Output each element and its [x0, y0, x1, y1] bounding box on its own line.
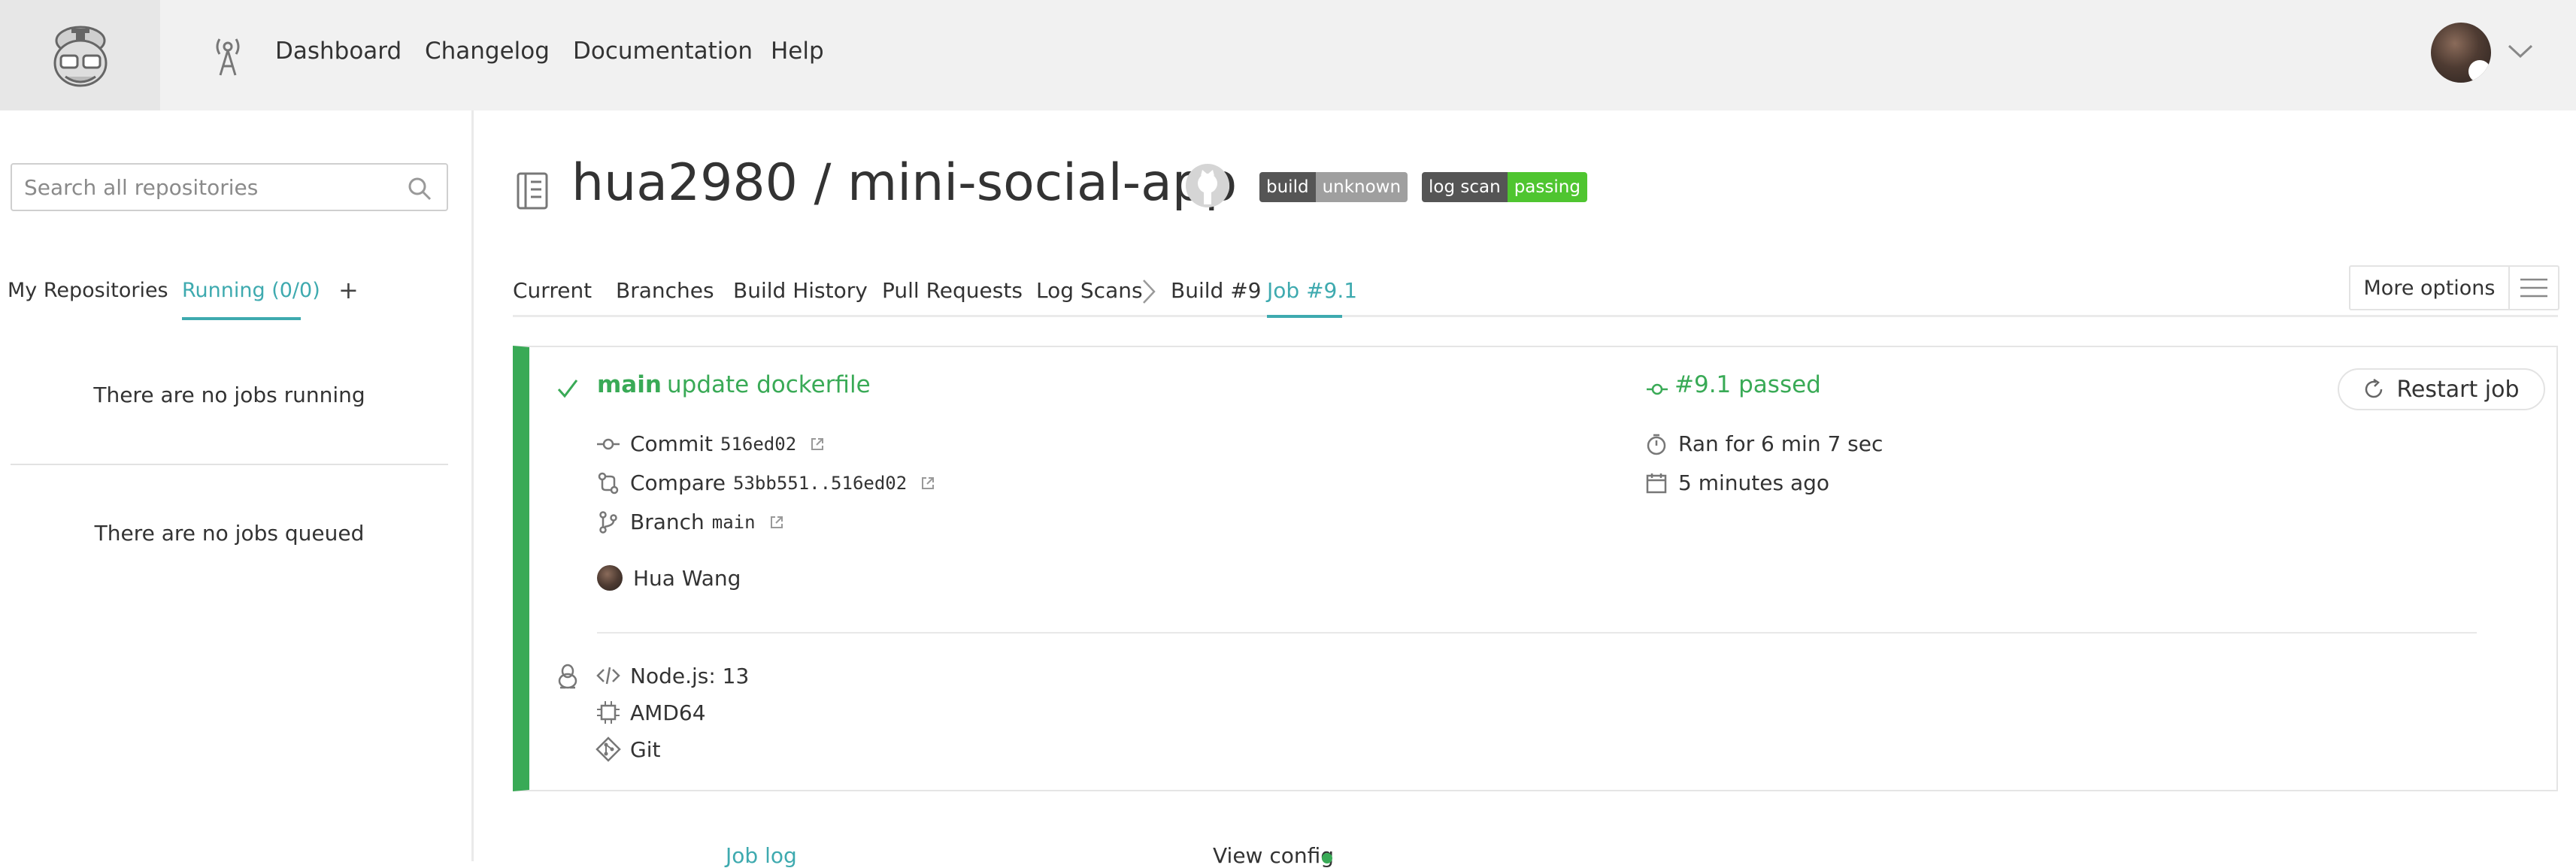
travis-logo[interactable] [0, 0, 160, 110]
hamburger-icon [2510, 267, 2558, 309]
job-language: Node.js: 13 [630, 663, 750, 688]
config-status-dot [1322, 853, 1332, 863]
commit-row: Commit 516ed02 [597, 431, 825, 456]
nav-help-link[interactable]: Help [771, 38, 824, 65]
tab-build-history[interactable]: Build History [733, 278, 868, 303]
linux-icon [558, 664, 577, 689]
stopwatch-icon [1647, 434, 1666, 455]
repository-icon [517, 172, 548, 210]
job-log-tab[interactable]: Job log [726, 843, 797, 868]
vcs-row: Git [596, 736, 660, 762]
card-divider [597, 632, 2477, 634]
finished-row: 5 minutes ago [1645, 470, 1829, 495]
job-commit-message[interactable]: update dockerfile [667, 371, 871, 398]
active-tab-indicator [1267, 315, 1342, 318]
nav-documentation-link[interactable]: Documentation [573, 38, 753, 65]
tab-running[interactable]: Running (0/0) [182, 279, 320, 302]
chevron-down-icon[interactable] [2508, 44, 2533, 59]
job-branch-name[interactable]: main [597, 371, 662, 398]
job-duration: Ran for 6 min 7 sec [1678, 431, 1884, 456]
external-link-icon[interactable] [920, 476, 935, 491]
duration-row: Ran for 6 min 7 sec [1645, 431, 1883, 456]
no-jobs-running-message: There are no jobs running [93, 383, 365, 407]
tabs-divider [513, 315, 2558, 317]
author-name: Hua Wang [633, 565, 741, 591]
branch-value-link[interactable]: main [712, 512, 756, 533]
code-icon [596, 667, 620, 685]
no-jobs-queued-message: There are no jobs queued [94, 521, 365, 546]
chevron-right-icon [1143, 280, 1156, 304]
badge-label: build [1259, 172, 1316, 202]
job-summary-card: main update dockerfile #9.1 passed Resta… [513, 346, 2558, 791]
commit-icon [1647, 383, 1668, 395]
restart-job-label: Restart job [2396, 376, 2520, 403]
commit-sha-link[interactable]: 516ed02 [720, 434, 796, 455]
search-input[interactable] [12, 165, 447, 210]
repository-title[interactable]: hua2980 / mini-social-app [571, 153, 1237, 213]
compare-row: Compare 53bb551..516ed02 [597, 470, 935, 495]
commit-icon [597, 438, 620, 449]
travis-mascot-icon [53, 26, 107, 86]
active-tab-indicator [182, 317, 301, 320]
tab-log-scans[interactable]: Log Scans [1036, 278, 1143, 303]
job-vcs: Git [630, 736, 661, 762]
compare-label: Compare [630, 470, 726, 495]
sidebar: My Repositories Running (0/0) + There ar… [0, 110, 474, 861]
log-scan-badge[interactable]: log scan passing [1422, 172, 1587, 202]
git-icon [596, 736, 621, 762]
more-options-label: More options [2350, 267, 2510, 309]
search-icon[interactable] [408, 177, 432, 201]
branch-row: Branch main [597, 510, 784, 534]
badge-status: passing [1507, 172, 1587, 202]
commit-label: Commit [630, 431, 713, 456]
badge-label: log scan [1422, 172, 1508, 202]
calendar-icon [1646, 473, 1667, 493]
nav-dashboard-link[interactable]: Dashboard [275, 38, 402, 65]
tab-pull-requests[interactable]: Pull Requests [882, 278, 1023, 303]
external-link-icon[interactable] [810, 437, 825, 452]
checkmark-icon [557, 380, 578, 398]
job-finished-time: 5 minutes ago [1678, 470, 1830, 495]
author-row: Hua Wang [597, 565, 741, 591]
compare-range-link[interactable]: 53bb551..516ed02 [733, 473, 907, 494]
tab-job[interactable]: Job #9.1 [1267, 278, 1357, 303]
restart-icon [2365, 379, 2383, 398]
broadcast-icon[interactable] [209, 33, 247, 78]
view-config-tab[interactable]: View config [1213, 843, 1334, 868]
github-icon [2468, 60, 2491, 83]
arch-row: AMD64 [596, 700, 706, 725]
badge-status: unknown [1315, 172, 1408, 202]
author-avatar [597, 565, 623, 591]
nav-changelog-link[interactable]: Changelog [425, 38, 550, 65]
job-number-status[interactable]: #9.1 passed [1674, 371, 1821, 398]
build-status-badge[interactable]: build unknown [1259, 172, 1408, 202]
tab-current[interactable]: Current [513, 278, 592, 303]
job-architecture: AMD64 [630, 700, 706, 725]
github-icon[interactable] [1184, 162, 1231, 209]
cpu-icon [597, 701, 620, 724]
user-avatar[interactable] [2431, 23, 2491, 83]
add-tab-button[interactable]: + [338, 276, 359, 304]
tab-branches[interactable]: Branches [616, 278, 714, 303]
more-options-button[interactable]: More options [2349, 265, 2559, 310]
tab-my-repositories[interactable]: My Repositories [8, 279, 168, 302]
branch-icon [599, 510, 617, 534]
compare-icon [598, 472, 619, 494]
top-navbar: Dashboard Changelog Documentation Help [0, 0, 2576, 110]
branch-label: Branch [630, 510, 705, 534]
sidebar-divider [11, 464, 448, 465]
search-box [11, 163, 448, 211]
external-link-icon[interactable] [769, 515, 784, 530]
tab-build[interactable]: Build #9 [1171, 278, 1261, 303]
restart-job-button[interactable]: Restart job [2338, 368, 2545, 410]
language-row: Node.js: 13 [596, 663, 749, 688]
